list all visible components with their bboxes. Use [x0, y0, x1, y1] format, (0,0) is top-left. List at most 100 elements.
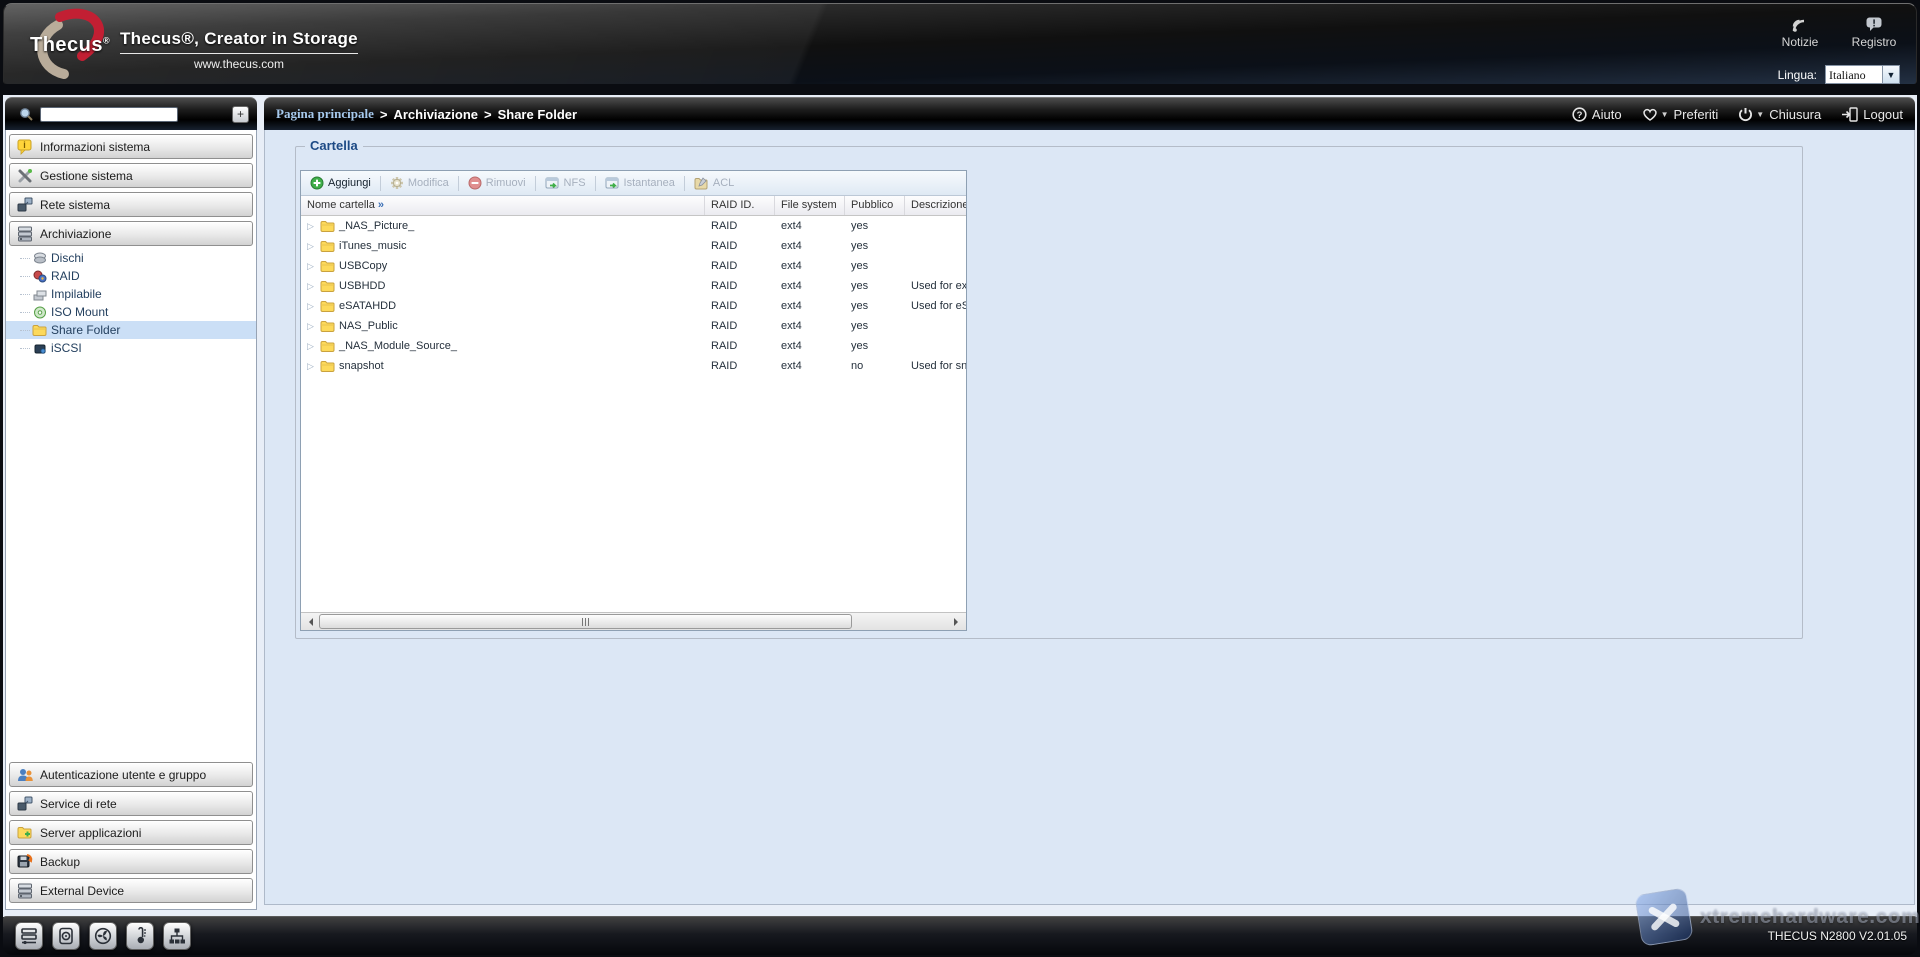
header-nome-cartella[interactable]: Nome cartella»	[301, 196, 705, 215]
iscsi-icon	[32, 341, 47, 355]
thecus-logo: Thecus®	[24, 8, 134, 84]
folder-icon	[320, 260, 335, 272]
acl-button[interactable]: ACL	[689, 175, 739, 192]
table-row[interactable]: ▷ _NAS_Module_Source_ RAID ext4 yes	[301, 336, 966, 356]
status-bar: THECUS N2800 V2.01.05	[3, 916, 1917, 955]
aiuto-button[interactable]: ? Aiuto	[1572, 107, 1622, 122]
expand-arrow-icon[interactable]: ▷	[307, 261, 316, 272]
scrollbar-thumb[interactable]	[319, 614, 852, 629]
sidebar-add-button[interactable]: +	[232, 106, 249, 123]
temperature-status-button[interactable]	[126, 922, 154, 950]
sidebar-item-archiviazione[interactable]: Archiviazione	[9, 221, 253, 246]
sidebar-item-gestione-sistema[interactable]: Gestione sistema	[9, 163, 253, 188]
server-icon	[20, 927, 38, 945]
sidebar-item-external-device[interactable]: External Device	[9, 878, 253, 903]
sidebar-search-bar: +	[5, 97, 257, 130]
expand-arrow-icon[interactable]: ▷	[307, 321, 316, 332]
folder-icon	[320, 320, 335, 332]
grid-toolbar: Aggiungi Modifica	[301, 171, 966, 196]
top-nav-links: ? Aiuto ▼ Preferiti ▼ Chiusura	[1572, 98, 1903, 131]
disk-status-button[interactable]	[52, 922, 80, 950]
acl-folder-icon	[694, 177, 709, 190]
expand-arrow-icon[interactable]: ▷	[307, 241, 316, 252]
header-raid-id[interactable]: RAID ID.	[705, 196, 775, 215]
language-dropdown-arrow-icon[interactable]: ▼	[1882, 66, 1899, 83]
raid-icon	[32, 269, 47, 283]
breadcrumb-home-link[interactable]: Pagina principale	[276, 106, 374, 122]
sidebar-item-informazioni-sistema[interactable]: i Informazioni sistema	[9, 134, 253, 159]
scroll-left-button[interactable]	[301, 613, 317, 630]
folder-name: USBHDD	[339, 280, 385, 292]
disks-icon	[32, 251, 47, 265]
scroll-right-button[interactable]	[950, 613, 966, 630]
iso-disc-icon	[32, 305, 47, 319]
registro-button[interactable]: Registro	[1848, 13, 1900, 49]
nfs-button[interactable]: NFS	[540, 175, 591, 192]
sidebar-bottom-group: Autenticazione utente e gruppo Service d…	[6, 762, 256, 907]
chiusura-button[interactable]: ▼ Chiusura	[1738, 107, 1821, 122]
expand-arrow-icon[interactable]: ▷	[307, 341, 316, 352]
istantanea-button[interactable]: Istantanea	[600, 175, 680, 192]
fan-status-button[interactable]	[89, 922, 117, 950]
logout-button[interactable]: Logout	[1841, 107, 1903, 122]
sidebar-item-backup[interactable]: Backup	[9, 849, 253, 874]
modifica-button[interactable]: Modifica	[385, 174, 454, 192]
folder-icon	[320, 360, 335, 372]
table-row[interactable]: ▷ eSATAHDD RAID ext4 yes Used for eSA	[301, 296, 966, 316]
backup-icon	[16, 854, 34, 870]
watermark-logo	[1634, 887, 1693, 946]
table-row[interactable]: ▷ iTunes_music RAID ext4 yes	[301, 236, 966, 256]
alert-bubble-icon	[1848, 13, 1900, 33]
info-bubble-icon: i	[16, 139, 34, 155]
search-input[interactable]	[40, 107, 178, 122]
header-descrizione[interactable]: Descrizione	[905, 196, 966, 215]
folder-name: _NAS_Picture_	[339, 220, 414, 232]
folder-icon	[320, 300, 335, 312]
notizie-button[interactable]: Notizie	[1774, 13, 1826, 49]
tree-item-iscsi[interactable]: iSCSI	[6, 339, 256, 357]
aggiungi-button[interactable]: Aggiungi	[305, 174, 376, 192]
main-content: Cartella Aggiungi	[264, 130, 1915, 905]
header-pubblico[interactable]: Pubblico	[845, 196, 905, 215]
sidebar-item-rete-sistema[interactable]: Rete sistema	[9, 192, 253, 217]
server-status-button[interactable]	[15, 922, 43, 950]
sidebar-item-autenticazione[interactable]: Autenticazione utente e gruppo	[9, 762, 253, 787]
table-row[interactable]: ▷ NAS_Public RAID ext4 yes	[301, 316, 966, 336]
preferiti-button[interactable]: ▼ Preferiti	[1642, 107, 1719, 122]
watermark-text: xtremehardware.com	[1700, 905, 1920, 929]
folder-plus-icon	[16, 825, 34, 841]
expand-arrow-icon[interactable]: ▷	[307, 301, 316, 312]
tools-icon	[16, 168, 34, 184]
table-row[interactable]: ▷ USBHDD RAID ext4 yes Used for exte	[301, 276, 966, 296]
tree-item-raid[interactable]: RAID	[6, 267, 256, 285]
sidebar-item-service-di-rete[interactable]: Service di rete	[9, 791, 253, 816]
fieldset-legend: Cartella	[305, 138, 363, 153]
tree-item-impilabile[interactable]: Impilabile	[6, 285, 256, 303]
expand-arrow-icon[interactable]: ▷	[307, 221, 316, 232]
edit-gear-icon	[390, 176, 404, 190]
tree-item-dischi[interactable]: Dischi	[6, 249, 256, 267]
table-row[interactable]: ▷ snapshot RAID ext4 no Used for sna	[301, 356, 966, 376]
remove-icon	[468, 176, 482, 190]
tree-item-iso-mount[interactable]: ISO Mount	[6, 303, 256, 321]
folder-name: USBCopy	[339, 260, 387, 272]
expand-arrow-icon[interactable]: ▷	[307, 361, 316, 372]
horizontal-scrollbar[interactable]	[301, 612, 966, 630]
sidebar-item-server-applicazioni[interactable]: Server applicazioni	[9, 820, 253, 845]
header-file-system[interactable]: File system	[775, 196, 845, 215]
folder-icon	[320, 280, 335, 292]
network-status-button[interactable]	[163, 922, 191, 950]
breadcrumb: Pagina principale > Archiviazione > Shar…	[276, 106, 577, 122]
table-row[interactable]: ▷ USBCopy RAID ext4 yes	[301, 256, 966, 276]
rimuovi-button[interactable]: Rimuovi	[463, 174, 531, 192]
thermometer-icon	[131, 927, 149, 945]
language-select[interactable]: Italiano ▼	[1825, 65, 1900, 84]
tree-item-share-folder[interactable]: Share Folder	[6, 321, 256, 339]
expand-arrow-icon[interactable]: ▷	[307, 281, 316, 292]
heart-icon	[1642, 107, 1658, 122]
language-value: Italiano	[1826, 66, 1882, 83]
folder-name: iTunes_music	[339, 240, 406, 252]
banner-tagline: Thecus®, Creator in Storage	[120, 29, 358, 54]
stackable-icon	[32, 287, 47, 301]
table-row[interactable]: ▷ _NAS_Picture_ RAID ext4 yes	[301, 216, 966, 236]
